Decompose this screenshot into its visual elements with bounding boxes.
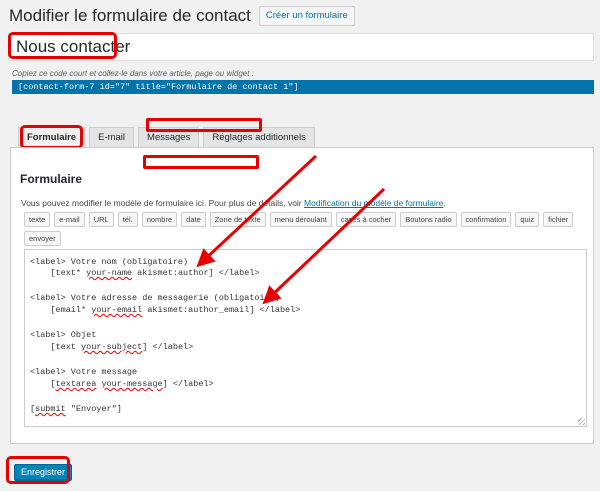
code-text: your-email [91,305,143,315]
tag-generator-buttons: texte e-mail URL tél. nombre date Zone d… [24,212,594,250]
tag-button-acceptance[interactable]: confirmation [460,212,512,227]
code-text: your-subject [81,342,143,352]
form-panel: Formulaire Vous pouvez modifier le modèl… [10,147,594,444]
code-text: akismet:author] </label> [132,268,260,278]
tag-button-email[interactable]: e-mail [54,212,85,227]
code-line: [text* your-name akismet:author] </label… [30,268,260,279]
code-text: [ [30,379,56,389]
shortcode-hint: Copiez ce code court et collez-le dans v… [12,69,254,78]
form-title-field[interactable] [8,33,594,61]
code-line: [text your-subject] </label> [30,342,193,353]
code-text: your-name [86,268,133,278]
tag-button-text[interactable]: texte [24,212,51,227]
tag-button-number[interactable]: nombre [141,212,178,227]
docs-link[interactable]: Modification du modèle de formulaire [304,198,443,208]
code-text: ] </label> [162,379,214,389]
code-line: [submit "Envoyer"] [30,404,122,415]
add-new-form-button[interactable]: Créer un formulaire [258,6,355,26]
tag-button-tel[interactable]: tél. [117,212,138,227]
tag-button-quiz[interactable]: quiz [515,212,540,227]
shortcode-field[interactable]: [contact-form-7 id="7" title="Formulaire… [12,80,594,94]
editor-tabs: Formulaire E-mail Messages Réglages addi… [18,127,319,148]
code-line: <label> Votre message [30,367,138,377]
code-text: ] </label> [142,342,194,352]
form-title-input[interactable] [9,34,593,60]
tag-button-url[interactable]: URL [88,212,114,227]
code-line: <label> Votre adresse de messagerie (obl… [30,293,280,303]
page-title: Modifier le formulaire de contact [9,6,251,25]
panel-description: Vous pouvez modifier le modèle de formul… [21,198,446,208]
tag-button-checkbox[interactable]: cases à cocher [335,212,397,227]
resize-handle[interactable] [578,418,585,425]
page-header: Modifier le formulaire de contact Créer … [9,6,355,26]
form-template-editor[interactable]: <label> Votre nom (obligatoire) [text* y… [24,249,587,427]
tab-email[interactable]: E-mail [89,127,135,147]
save-button[interactable]: Enregistrer [14,464,73,480]
code-text: submit [35,404,66,414]
tag-button-textarea[interactable]: Zone de texte [209,212,266,227]
tag-button-submit[interactable]: envoyer [24,231,61,246]
code-text: akismet:author_email] </label> [142,305,301,315]
tag-button-radio[interactable]: Boutons radio [400,212,457,227]
panel-desc-end: . [443,198,446,208]
code-line: [email* your-email akismet:author_email]… [30,305,300,316]
panel-heading: Formulaire [20,172,83,186]
panel-desc-text: Vous pouvez modifier le modèle de formul… [21,198,305,208]
tab-additional-settings[interactable]: Réglages additionnels [203,127,315,147]
code-text: [text* [30,268,87,278]
code-text: your-message [101,379,163,389]
tag-button-file[interactable]: fichier [543,212,574,227]
tab-formulaire[interactable]: Formulaire [18,127,86,148]
code-line: <label> Objet [30,330,97,340]
tag-button-select[interactable]: menu déroulant [269,212,332,227]
code-text: "Envoyer"] [65,404,122,414]
code-text: textarea [55,379,97,389]
code-line: [textarea your-message] </label> [30,379,214,390]
code-text: [text [30,342,82,352]
code-line: <label> Votre nom (obligatoire) [30,257,189,267]
code-text: [email* [30,305,92,315]
tab-messages[interactable]: Messages [138,127,200,147]
tag-button-date[interactable]: date [181,212,206,227]
